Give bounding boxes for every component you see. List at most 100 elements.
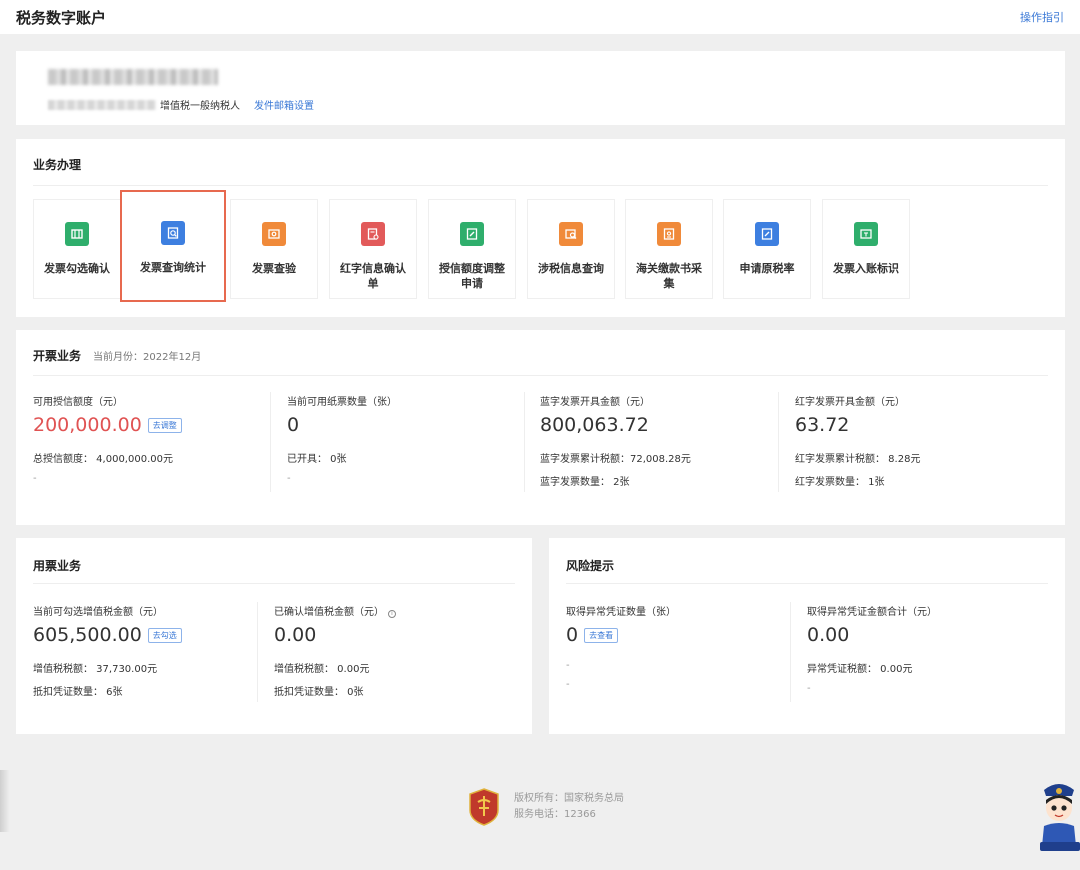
business-card: 业务办理 发票勾选确认 发票查询统计 发票查验 红字信息确认单 授信额度调整申请 — [16, 139, 1065, 317]
stat-value: 0 — [287, 414, 300, 436]
copyright-text: 版权所有：国家税务总局 — [514, 793, 624, 804]
adjust-button[interactable]: 去调整 — [147, 417, 182, 433]
tax-info-icon — [559, 222, 583, 246]
tile-tax-info[interactable]: 涉税信息查询 — [527, 199, 615, 299]
stat-label: 红字发票开具金额（元） — [795, 397, 905, 408]
stat-sub: 增值税税额： 37,730.00元 — [33, 664, 158, 675]
stat-value: 63.72 — [795, 414, 850, 436]
stat-value: 200,000.00 — [33, 414, 142, 436]
tile-label: 红字信息确认单 — [340, 262, 406, 290]
stat-sub: 已开具： 0张 — [287, 454, 347, 465]
stat-value: 0.00 — [807, 624, 850, 646]
tile-label: 海关缴款书采集 — [636, 262, 702, 290]
invoicing-card: 开票业务 当前月份：2022年12月 可用授信额度（元） 200,000.00 去… — [16, 330, 1065, 525]
tile-customs[interactable]: 海关缴款书采集 — [625, 199, 713, 299]
footer: 版权所有：国家税务总局 服务电话：12366 — [468, 788, 624, 826]
service-phone: 服务电话：12366 — [514, 809, 596, 820]
stat-credit: 可用授信额度（元） 200,000.00 去调整 总授信额度： 4,000,000… — [33, 393, 182, 484]
stat-label: 取得异常凭证金额合计（元） — [807, 607, 937, 618]
tile-invoice-check[interactable]: 发票勾选确认 — [33, 199, 121, 299]
divider — [33, 375, 1048, 376]
stat-blue-invoices: 蓝字发票开具金额（元） 800,063.72 蓝字发票累计税额：72,008.2… — [540, 393, 691, 488]
divider — [33, 185, 1048, 186]
stat-label: 当前可勾选增值税金额（元） — [33, 607, 163, 618]
business-title: 业务办理 — [33, 158, 82, 172]
tile-label: 发票查验 — [252, 262, 296, 275]
stat-sub: 红字发票累计税额： 8.28元 — [795, 454, 921, 465]
column-separator — [790, 602, 791, 702]
invoicing-title: 开票业务 — [33, 349, 82, 363]
tile-label: 发票勾选确认 — [44, 262, 110, 275]
invoice-verify-icon — [262, 222, 286, 246]
taxpayer-type: 增值税一般纳税人 — [160, 101, 240, 112]
stat-sub: 异常凭证税额： 0.00元 — [807, 664, 913, 675]
tile-credit-adjust[interactable]: 授信额度调整申请 — [428, 199, 516, 299]
stat-sub: 增值税税额： 0.00元 — [274, 664, 370, 675]
stat-red-invoices: 红字发票开具金额（元） 63.72 红字发票累计税额： 8.28元 红字发票数量… — [795, 393, 920, 488]
divider — [566, 583, 1048, 584]
current-month: 当前月份：2022年12月 — [93, 352, 202, 363]
customs-icon — [657, 222, 681, 246]
assistant-mascot-icon[interactable] — [1038, 776, 1080, 852]
tax-rate-icon — [755, 222, 779, 246]
stat-sub: - — [33, 473, 37, 484]
stat-sub: - — [287, 473, 291, 484]
tile-tax-rate[interactable]: 申请原税率 — [723, 199, 811, 299]
stat-sub: 红字发票数量： 1张 — [795, 477, 885, 488]
column-separator — [524, 392, 525, 492]
tile-label: 发票入账标识 — [833, 262, 899, 275]
select-button[interactable]: 去勾选 — [147, 627, 182, 643]
top-bar: 税务数字账户 操作指引 — [0, 0, 1080, 34]
divider — [33, 583, 515, 584]
stat-confirmed-vat: 已确认增值税金额（元） i 0.00 增值税税额： 0.00元 抵扣凭证数量： 0… — [274, 603, 396, 698]
stat-value: 800,063.72 — [540, 414, 649, 436]
stat-sub: 抵扣凭证数量： 6张 — [33, 687, 123, 698]
stat-abnormal-amount: 取得异常凭证金额合计（元） 0.00 异常凭证税额： 0.00元 - — [807, 603, 937, 694]
stat-selectable-vat: 当前可勾选增值税金额（元） 605,500.00 去勾选 增值税税额： 37,73… — [33, 603, 182, 698]
stat-abnormal-count: 取得异常凭证数量（张） 0 去查看 - - — [566, 603, 676, 690]
tile-label: 授信额度调整申请 — [439, 262, 505, 290]
tile-red-invoice[interactable]: 红字信息确认单 — [329, 199, 417, 299]
invoice-account-icon — [854, 222, 878, 246]
stat-label: 当前可用纸票数量（张） — [287, 397, 397, 408]
credit-adjust-icon — [460, 222, 484, 246]
tile-invoice-verify[interactable]: 发票查验 — [230, 199, 318, 299]
tile-label: 涉税信息查询 — [538, 262, 604, 275]
red-invoice-icon — [361, 222, 385, 246]
email-settings-link[interactable]: 发件邮箱设置 — [254, 97, 314, 112]
tax-emblem-icon — [469, 788, 499, 826]
tile-invoice-search[interactable]: 发票查询统计 — [120, 190, 226, 302]
stat-value: 0 — [566, 624, 579, 646]
stat-sub: - — [566, 660, 570, 671]
view-button[interactable]: 去查看 — [584, 627, 619, 643]
stat-label: 可用授信额度（元） — [33, 397, 123, 408]
blurred-tax-id — [48, 99, 156, 110]
risk-title: 风险提示 — [566, 559, 615, 573]
blurred-company-name — [48, 69, 218, 85]
tile-label: 发票查询统计 — [140, 261, 206, 274]
column-separator — [257, 602, 258, 702]
stat-sub: 总授信额度： 4,000,000.00元 — [33, 454, 173, 465]
stat-sub: - — [807, 683, 811, 694]
stat-label: 取得异常凭证数量（张） — [566, 607, 676, 618]
tile-label: 申请原税率 — [739, 262, 795, 275]
stat-sub: - — [566, 679, 570, 690]
usage-title: 用票业务 — [33, 559, 82, 573]
tile-invoice-account[interactable]: 发票入账标识 — [822, 199, 910, 299]
help-guide-link[interactable]: 操作指引 — [1020, 9, 1064, 25]
stat-label: 已确认增值税金额（元） — [274, 607, 384, 618]
invoice-search-icon — [161, 221, 185, 245]
usage-card: 用票业务 当前可勾选增值税金额（元） 605,500.00 去勾选 增值税税额： … — [16, 538, 532, 734]
stat-label: 蓝字发票开具金额（元） — [540, 397, 650, 408]
stat-value: 605,500.00 — [33, 624, 142, 646]
info-icon[interactable]: i — [388, 610, 396, 618]
account-card: 增值税一般纳税人 发件邮箱设置 — [16, 51, 1065, 125]
stat-sub: 抵扣凭证数量： 0张 — [274, 687, 364, 698]
column-separator — [778, 392, 779, 492]
risk-card: 风险提示 取得异常凭证数量（张） 0 去查看 - - 取得异常凭证金额合计（元） … — [549, 538, 1065, 734]
left-edge-strip — [0, 770, 10, 832]
stat-sub: 蓝字发票数量： 2张 — [540, 477, 630, 488]
stat-paper-invoices: 当前可用纸票数量（张） 0 已开具： 0张 - — [287, 393, 397, 484]
app-title: 税务数字账户 — [16, 8, 107, 27]
column-separator — [270, 392, 271, 492]
